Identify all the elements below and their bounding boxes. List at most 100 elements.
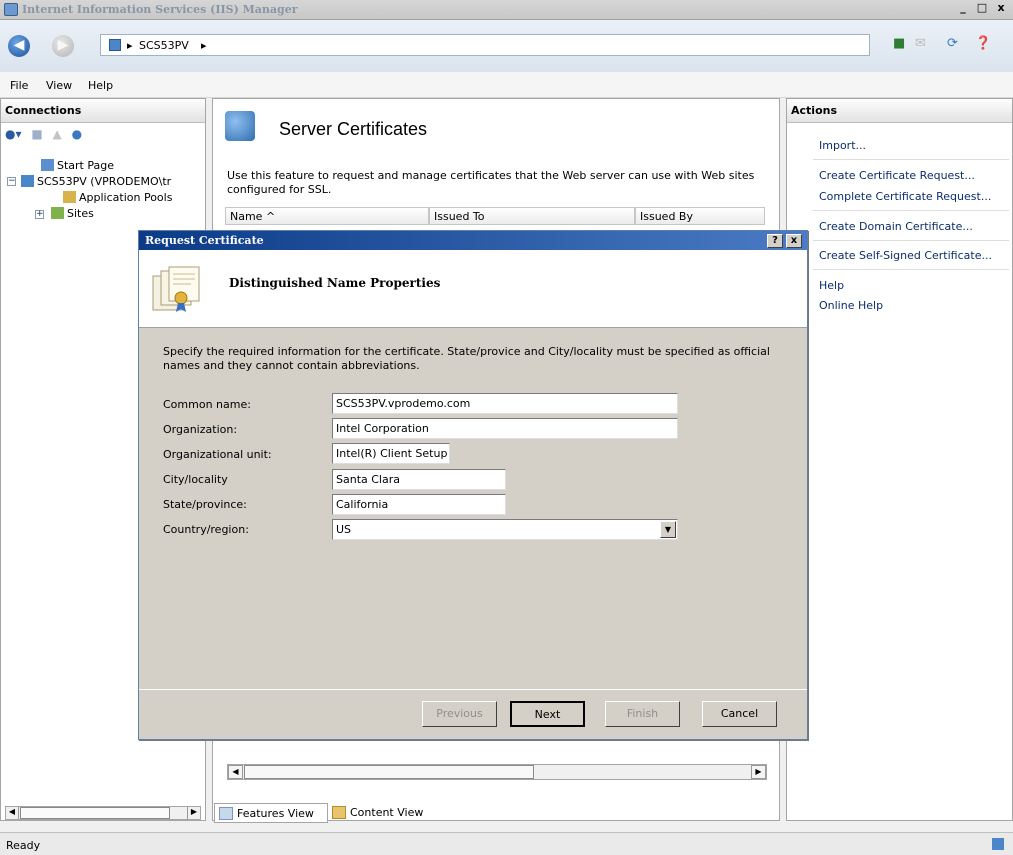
finish-button[interactable]: Finish bbox=[605, 701, 680, 727]
organizational-unit-field[interactable]: Intel(R) Client Setup bbox=[332, 443, 450, 464]
page-title: Server Certificates bbox=[279, 119, 428, 139]
iis-app-icon bbox=[4, 3, 18, 16]
expand-sites-icon[interactable]: + bbox=[35, 210, 44, 219]
organization-field[interactable]: Intel Corporation bbox=[332, 418, 678, 439]
menu-bar: File View Help bbox=[0, 72, 1013, 98]
menu-file[interactable]: File bbox=[10, 79, 28, 92]
action-help[interactable]: Help bbox=[819, 279, 844, 292]
action-create-certificate-request[interactable]: Create Certificate Request... bbox=[819, 169, 975, 182]
mail-icon[interactable]: ✉ bbox=[915, 36, 926, 51]
column-header-issued-by[interactable]: Issued By bbox=[635, 207, 765, 225]
breadcrumb-server[interactable]: SCS53PV bbox=[139, 39, 189, 52]
organizational-unit-label: Organizational unit: bbox=[163, 448, 272, 461]
connections-hscrollbar[interactable]: ◀ ▶ bbox=[5, 806, 201, 820]
app-pool-icon bbox=[63, 191, 76, 203]
action-create-self-signed-certificate[interactable]: Create Self-Signed Certificate... bbox=[819, 249, 992, 262]
tab-features-view[interactable]: Features View bbox=[214, 803, 328, 823]
button-divider bbox=[139, 689, 807, 690]
features-view-icon bbox=[219, 807, 233, 820]
dialog-title: Request Certificate bbox=[145, 234, 264, 247]
sites-icon bbox=[51, 207, 64, 219]
dialog-header: Distinguished Name Properties bbox=[139, 250, 807, 328]
city-label: City/locality bbox=[163, 473, 228, 486]
column-header-issued-to[interactable]: Issued To bbox=[429, 207, 635, 225]
tree-sites[interactable]: Sites bbox=[51, 207, 94, 220]
breadcrumb-separator: ▸ bbox=[127, 39, 133, 52]
server-icon bbox=[21, 175, 34, 187]
up-icon[interactable]: ▲ bbox=[53, 127, 62, 141]
connect-icon[interactable]: ■ bbox=[893, 36, 905, 51]
country-label: Country/region: bbox=[163, 523, 249, 536]
back-arrow-icon[interactable]: ◀ bbox=[8, 35, 30, 57]
server-certificates-icon bbox=[225, 111, 255, 141]
server-status-icon bbox=[992, 838, 1004, 850]
certificate-icon bbox=[152, 266, 200, 312]
dialog-close-button[interactable]: x bbox=[786, 234, 802, 248]
divider bbox=[813, 269, 1009, 270]
cancel-button[interactable]: Cancel bbox=[702, 701, 777, 727]
country-select-value: US bbox=[336, 523, 352, 536]
minimize-button[interactable]: _ bbox=[955, 2, 971, 16]
next-button[interactable]: Next bbox=[510, 701, 585, 727]
status-text: Ready bbox=[6, 839, 41, 852]
action-complete-certificate-request[interactable]: Complete Certificate Request... bbox=[819, 190, 991, 203]
chevron-down-icon[interactable]: ▼ bbox=[660, 521, 676, 538]
breadcrumb-separator-end[interactable]: ▸ bbox=[201, 39, 207, 52]
state-label: State/province: bbox=[163, 498, 247, 511]
scroll-right-icon[interactable]: ▶ bbox=[187, 807, 200, 819]
tree-start-page[interactable]: Start Page bbox=[41, 159, 114, 172]
organization-label: Organization: bbox=[163, 423, 238, 436]
action-create-domain-certificate[interactable]: Create Domain Certificate... bbox=[819, 220, 973, 233]
refresh-icon[interactable]: ⟳ bbox=[947, 36, 958, 51]
country-select[interactable]: US ▼ bbox=[332, 519, 678, 540]
connect-globe-icon[interactable]: ●▾ bbox=[5, 127, 22, 141]
scroll-right-icon[interactable]: ▶ bbox=[751, 765, 766, 779]
content-view-icon bbox=[332, 806, 346, 819]
status-bar: Ready bbox=[0, 832, 1013, 855]
action-import[interactable]: Import... bbox=[819, 139, 866, 152]
state-field[interactable]: California bbox=[332, 494, 506, 515]
common-name-label: Common name: bbox=[163, 398, 251, 411]
city-field[interactable]: Santa Clara bbox=[332, 469, 506, 490]
window-title: Internet Information Services (IIS) Mana… bbox=[22, 3, 298, 16]
help-icon[interactable]: ❓ bbox=[975, 36, 991, 51]
feature-description: Use this feature to request and manage c… bbox=[227, 169, 755, 196]
maximize-button[interactable]: □ bbox=[974, 2, 990, 16]
actions-header: Actions bbox=[787, 99, 1012, 123]
connections-toolbar: ●▾ ■ ▲ ● bbox=[5, 127, 82, 141]
start-page-icon bbox=[41, 159, 54, 171]
scroll-thumb[interactable] bbox=[244, 765, 534, 779]
tree-server-node[interactable]: SCS53PV (VPRODEMO\tr bbox=[21, 175, 171, 188]
divider bbox=[813, 240, 1009, 241]
scroll-left-icon[interactable]: ◀ bbox=[228, 765, 243, 779]
save-icon[interactable]: ■ bbox=[31, 127, 42, 141]
dialog-header-title: Distinguished Name Properties bbox=[229, 276, 441, 290]
close-button[interactable]: x bbox=[993, 2, 1009, 16]
tree-application-pools[interactable]: Application Pools bbox=[63, 191, 172, 204]
divider bbox=[813, 159, 1009, 160]
connections-header: Connections bbox=[1, 99, 205, 123]
dialog-intro-text: Specify the required information for the… bbox=[163, 345, 770, 372]
scroll-left-icon[interactable]: ◀ bbox=[6, 807, 19, 819]
address-toolbar: ◀ ▶ ▸ SCS53PV ▸ ■ ✉ ⟳ ❓ bbox=[0, 20, 1013, 72]
scroll-thumb[interactable] bbox=[20, 807, 170, 819]
list-hscrollbar[interactable]: ◀ ▶ bbox=[227, 764, 767, 780]
server-node-icon bbox=[109, 39, 121, 51]
menu-view[interactable]: View bbox=[46, 79, 72, 92]
collapse-server-icon[interactable]: − bbox=[7, 177, 16, 186]
address-bar[interactable]: ▸ SCS53PV ▸ bbox=[100, 34, 870, 56]
window-title-bar: Internet Information Services (IIS) Mana… bbox=[0, 0, 1013, 20]
tab-content-view[interactable]: Content View bbox=[328, 803, 432, 823]
common-name-field[interactable]: SCS53PV.vprodemo.com bbox=[332, 393, 678, 414]
column-header-name[interactable]: Name ^ bbox=[225, 207, 429, 225]
dialog-title-bar: Request Certificate bbox=[139, 231, 807, 250]
previous-button[interactable]: Previous bbox=[422, 701, 497, 727]
menu-help[interactable]: Help bbox=[88, 79, 113, 92]
divider bbox=[813, 210, 1009, 211]
action-online-help[interactable]: Online Help bbox=[819, 299, 883, 312]
actions-panel: Actions Import... Create Certificate Req… bbox=[786, 98, 1013, 821]
disconnect-icon[interactable]: ● bbox=[72, 127, 82, 141]
dialog-help-button[interactable]: ? bbox=[767, 234, 783, 248]
request-certificate-dialog: Request Certificate ? x Distinguished Na… bbox=[138, 230, 808, 740]
forward-arrow-icon[interactable]: ▶ bbox=[52, 35, 74, 57]
